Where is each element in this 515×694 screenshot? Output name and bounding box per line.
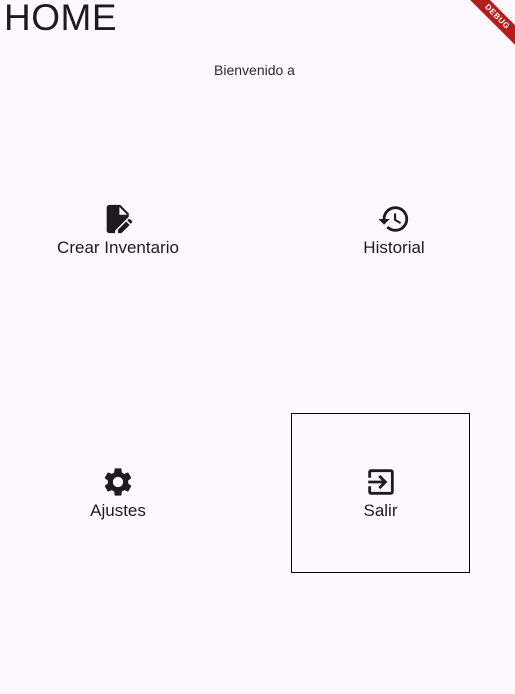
gear-icon (104, 467, 132, 496)
ajustes-label: Ajustes (90, 500, 146, 520)
historial-label: Historial (363, 237, 425, 257)
page-title: HOME (4, 0, 117, 38)
crear-inventario-button[interactable]: Crear Inventario (0, 150, 236, 310)
edit-document-icon (106, 204, 133, 233)
ajustes-button[interactable]: Ajustes (0, 413, 236, 573)
historial-button[interactable]: Historial (276, 150, 512, 310)
salir-button[interactable]: Salir (291, 413, 470, 573)
debug-banner: DEBUG (455, 0, 515, 60)
debug-banner-label: DEBUG (463, 0, 515, 51)
history-icon (378, 205, 409, 232)
welcome-text: Bienvenido a (214, 62, 295, 78)
salir-label: Salir (363, 500, 398, 520)
exit-icon (367, 468, 394, 495)
crear-inventario-label: Crear Inventario (57, 237, 179, 257)
